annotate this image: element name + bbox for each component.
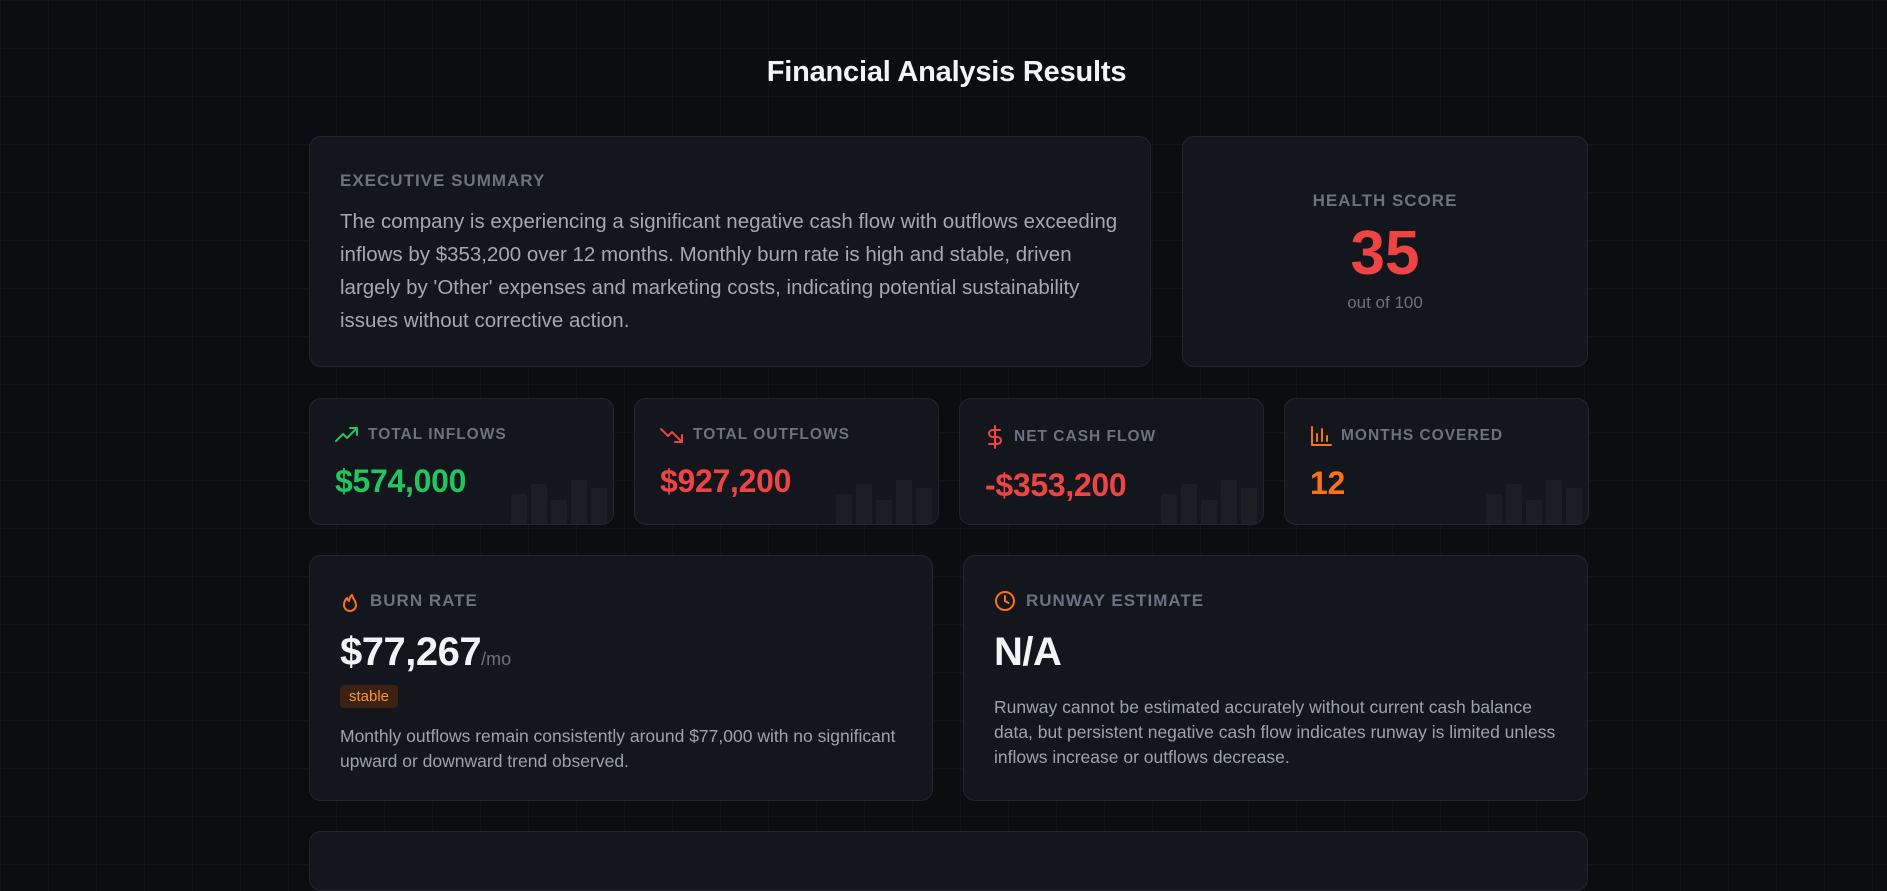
trending-down-icon [660,425,684,445]
burn-rate-label: BURN RATE [370,591,478,610]
sparkline [836,480,932,524]
months-covered-label: MONTHS COVERED [1341,427,1504,444]
sparkline [511,480,607,524]
total-outflows-card: TOTAL OUTFLOWS $927,200 [634,398,939,525]
burn-rate-description: Monthly outflows remain consistently aro… [340,726,896,771]
bar-chart-icon [1310,425,1332,447]
net-cash-flow-label: NET CASH FLOW [1014,428,1157,445]
total-inflows-card: TOTAL INFLOWS $574,000 [309,398,614,525]
health-score-value: 35 [1350,219,1420,288]
flame-icon [340,590,360,612]
dollar-icon [985,425,1005,449]
burn-rate-unit: /mo [481,649,512,669]
runway-estimate-card: RUNWAY ESTIMATE N/A Runway cannot be est… [963,555,1588,801]
net-cash-flow-card: NET CASH FLOW -$353,200 [959,398,1264,525]
trend-badge: stable [340,685,399,708]
runway-estimate-value: N/A [994,630,1062,674]
next-section-card [309,831,1588,891]
health-score-subtitle: out of 100 [1347,293,1423,312]
page-title: Financial Analysis Results [766,56,1127,88]
burn-rate-value: $77,267 [340,630,482,674]
runway-estimate-description: Runway cannot be estimated accurately wi… [994,697,1556,767]
sparkline [1486,480,1582,524]
health-score-card: HEALTH SCORE 35 out of 100 [1182,136,1588,367]
total-inflows-label: TOTAL INFLOWS [368,426,507,443]
executive-summary-label: EXECUTIVE SUMMARY [340,171,546,190]
trending-up-icon [335,425,359,445]
total-outflows-label: TOTAL OUTFLOWS [693,426,850,443]
executive-summary-card: EXECUTIVE SUMMARY The company is experie… [309,136,1151,367]
health-score-label: HEALTH SCORE [1312,191,1458,210]
months-covered-card: MONTHS COVERED 12 [1284,398,1589,525]
clock-icon [994,590,1016,612]
burn-rate-card: BURN RATE $77,267/mo stable Monthly outf… [309,555,933,801]
sparkline [1161,480,1257,524]
runway-estimate-label: RUNWAY ESTIMATE [1026,591,1205,610]
burn-rate-value-row: $77,267/mo [340,630,902,675]
executive-summary-text: The company is experiencing a significan… [340,210,1118,332]
